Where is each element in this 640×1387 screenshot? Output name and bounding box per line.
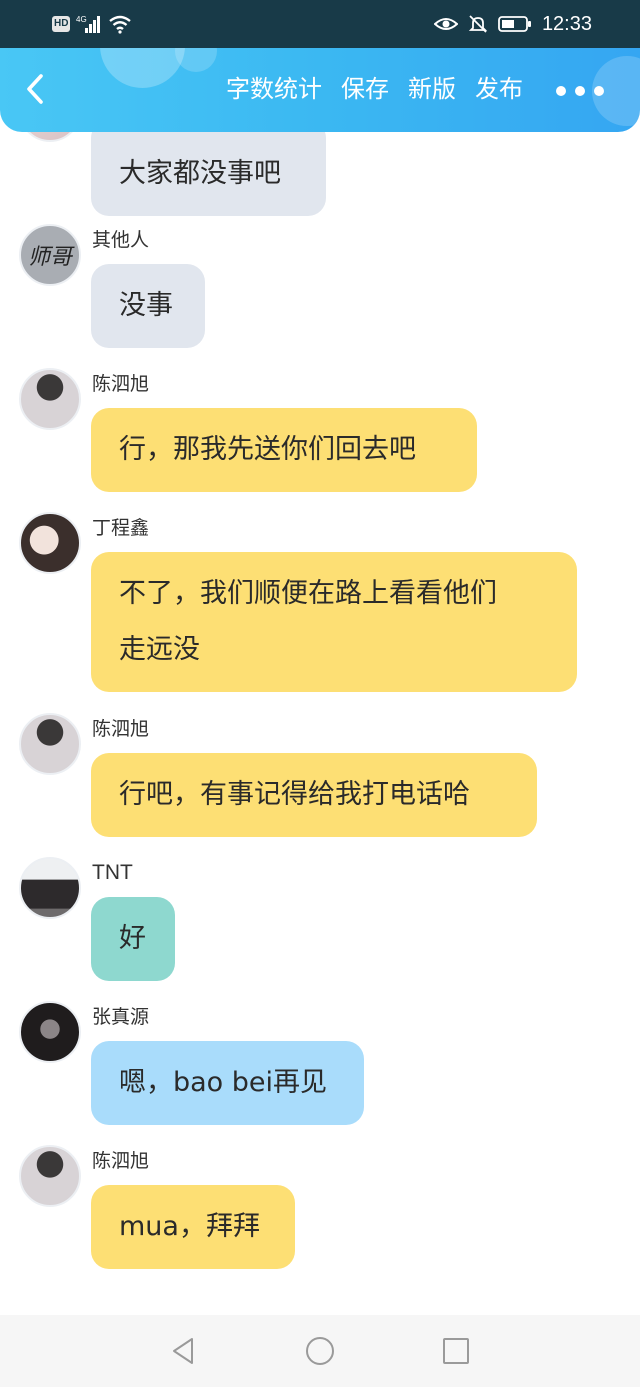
avatar-initials: 师哥 (27, 245, 72, 270)
avatar[interactable] (19, 512, 81, 574)
top-app-bar: 字数统计 保存 新版 发布 (0, 48, 640, 132)
message-bubble[interactable]: 行吧，有事记得给我打电话哈 (91, 753, 537, 837)
message-bubble[interactable]: 行，那我先送你们回去吧 (91, 408, 477, 492)
decorative-bubble (175, 48, 217, 72)
save-button[interactable]: 保存 (341, 74, 389, 104)
message-bubble[interactable]: 嗯，bao bei再见 (91, 1041, 364, 1125)
more-dots-icon (556, 86, 566, 96)
sender-name: 其他人 (92, 229, 150, 251)
status-left-group: HD 4G (52, 12, 132, 36)
status-right-group: 12:33 (433, 12, 592, 36)
back-button[interactable] (18, 72, 52, 106)
system-nav-bar (0, 1315, 640, 1387)
word-count-button[interactable]: 字数统计 (226, 74, 322, 104)
message-bubble[interactable]: 没事 (91, 264, 205, 348)
avatar[interactable] (19, 1145, 81, 1207)
sender-name: 陈泗旭 (92, 373, 150, 395)
hd-icon: HD (52, 16, 71, 32)
sender-name: 丁程鑫 (92, 517, 150, 539)
header-actions: 字数统计 保存 新版 发布 (226, 74, 523, 104)
chevron-left-icon (27, 74, 43, 104)
wifi-icon (109, 15, 132, 34)
chat-list[interactable]: 大家都没事吧 师哥 其他人 没事 陈泗旭 行，那我先送你们回去吧 丁程鑫 不了，… (0, 132, 640, 1315)
message-bubble[interactable]: mua，拜拜 (91, 1185, 295, 1269)
avatar[interactable]: 师哥 (19, 224, 81, 286)
signal-icon: 4G (76, 15, 101, 33)
nav-home-button[interactable] (304, 1335, 336, 1367)
message-line: 走远没 (119, 634, 200, 665)
avatar[interactable] (19, 1001, 81, 1063)
message-line: 不了，我们顺便在路上看看他们 (119, 578, 497, 609)
decorative-bubble (100, 48, 185, 88)
message-bubble[interactable]: 不了，我们顺便在路上看看他们 走远没 (91, 552, 577, 692)
clock: 12:33 (541, 12, 592, 35)
sender-name: 张真源 (92, 1006, 150, 1028)
sender-name: TNT (92, 861, 133, 884)
avatar[interactable] (19, 132, 81, 142)
sender-name: 陈泗旭 (92, 1150, 150, 1172)
avatar[interactable] (19, 857, 81, 919)
status-bar: HD 4G 12:33 (0, 0, 640, 48)
eye-icon (433, 18, 458, 30)
new-version-button[interactable]: 新版 (408, 74, 456, 104)
nav-recents-button[interactable] (440, 1335, 472, 1367)
message-bubble[interactable]: 大家都没事吧 (91, 132, 326, 216)
signal-type-label: 4G (76, 15, 87, 24)
back-triangle-icon (173, 1338, 193, 1364)
more-options-button[interactable] (556, 86, 604, 96)
home-circle-icon (306, 1337, 334, 1365)
avatar[interactable] (19, 713, 81, 775)
avatar[interactable] (19, 368, 81, 430)
sender-name: 陈泗旭 (92, 718, 150, 740)
publish-button[interactable]: 发布 (475, 74, 523, 104)
bell-off-icon (468, 15, 488, 33)
recents-square-icon (443, 1338, 469, 1364)
battery-icon (498, 16, 531, 32)
nav-back-button[interactable] (168, 1335, 200, 1367)
message-bubble[interactable]: 好 (91, 897, 175, 981)
